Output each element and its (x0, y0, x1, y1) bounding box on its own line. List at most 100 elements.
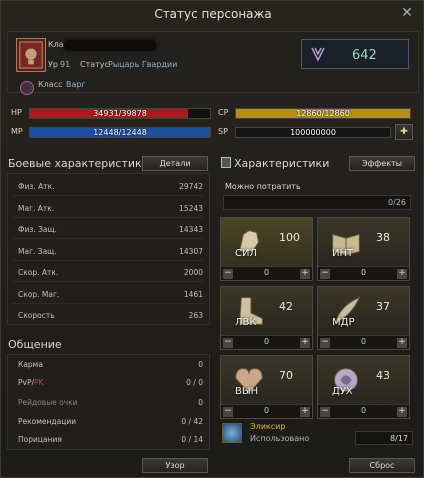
hp-bar: 34931/39878 (29, 108, 211, 119)
elixir-value: 8/17 (390, 434, 408, 443)
sp-bar: 100000000 (235, 127, 391, 138)
karma-label: Карма (18, 360, 43, 369)
attribute-value: 43 (376, 369, 390, 382)
window-title: Статус персонажа (154, 7, 272, 21)
allocated-points: 0 (263, 406, 270, 415)
combat-stat-row: Скорость 263 (8, 311, 209, 327)
censures-value: 0 / 14 (181, 435, 203, 444)
increase-button[interactable]: + (397, 269, 407, 279)
attribute-stepper[interactable]: −0 + (221, 404, 312, 418)
attribute-abbr: СИЛ (235, 248, 257, 259)
attribute-tile: ЛВК 42−0 + (220, 286, 313, 350)
hourglass-icon (221, 157, 231, 168)
pvp-value: 0 / 0 (186, 378, 203, 387)
allocated-points: 0 (360, 406, 367, 415)
attribute-stepper[interactable]: −0 + (221, 266, 312, 280)
combat-stat-label: Скор. Атк. (18, 268, 59, 277)
cp-text: 12860/12860 (296, 109, 350, 118)
details-button[interactable]: Детали (142, 156, 208, 171)
allocated-points: 0 (263, 268, 270, 277)
clan-name-redacted (64, 40, 156, 51)
elixir-field: 8/17 (355, 431, 413, 445)
censures-label: Порицания (18, 435, 62, 444)
attribute-value: 38 (376, 231, 390, 244)
recommendations-value: 0 / 42 (181, 417, 203, 426)
sp-label: SP (218, 127, 228, 136)
attribute-value: 100 (279, 231, 300, 244)
sp-exchange-button[interactable]: ✚ (395, 124, 413, 140)
combat-stat-value: 29742 (179, 182, 203, 191)
attribute-stepper[interactable]: −0 + (221, 335, 312, 349)
combat-stat-value: 2000 (183, 268, 203, 277)
reset-button[interactable]: Сброс (349, 458, 415, 473)
increase-button[interactable]: + (300, 407, 310, 417)
power-icon (311, 47, 325, 62)
character-status-window: Статус персонажа ✕ Клан Ур 91 Статус Рыц… (0, 0, 424, 478)
class-icon (20, 81, 34, 95)
view-button[interactable]: Узор (142, 458, 208, 473)
hp-text: 34931/39878 (93, 109, 147, 118)
attribute-value: 42 (279, 300, 293, 313)
combat-stat-value: 15243 (179, 203, 203, 213)
cp-bar: 12860/12860 (235, 108, 411, 119)
pk-label: PK (34, 378, 44, 387)
increase-button[interactable]: + (300, 269, 310, 279)
recommendations-label: Рекомендации (18, 417, 77, 426)
mp-label: MP (11, 127, 23, 136)
sp-text: 100000000 (290, 128, 336, 137)
elixir-icon (222, 423, 242, 443)
combat-power-box: 642 (301, 39, 409, 69)
raid-value: 0 (198, 398, 203, 407)
attribute-abbr: МДР (332, 317, 355, 328)
allocated-points: 0 (263, 337, 270, 346)
status-label: Статус (80, 60, 109, 69)
hp-label: HP (11, 108, 22, 117)
attribute-tile: ВЫН 70−0 + (220, 355, 313, 419)
combat-stat-label: Скорость (18, 311, 55, 320)
attribute-abbr: ЛВК (235, 317, 257, 328)
sp-exchange-icon: ✚ (400, 127, 408, 137)
row-divider (12, 238, 205, 239)
combat-stat-value: 14307 (179, 246, 203, 256)
elixir-label: Эликсир (250, 422, 286, 431)
attribute-abbr: ВЫН (235, 386, 259, 397)
attributes-title: Характеристики (234, 157, 330, 170)
effects-button[interactable]: Эффекты (349, 156, 415, 171)
recommendations-row: Рекомендации 0 / 42 (8, 417, 209, 433)
combat-power-value: 642 (352, 48, 377, 63)
social-panel: Карма 0 PvP/PK 0 / 0 Рейдовые очки 0 Рек… (7, 354, 210, 450)
attribute-stepper[interactable]: −0 + (318, 404, 409, 418)
allocated-points: 0 (360, 337, 367, 346)
combat-stat-label: Скор. Маг. (18, 289, 60, 299)
combat-stat-label: Маг. Защ. (18, 246, 57, 256)
elixir-used-label: Использовано (250, 434, 310, 443)
increase-button[interactable]: + (397, 407, 407, 417)
attribute-abbr: ИНТ (332, 248, 354, 259)
combat-stat-value: 263 (188, 311, 203, 320)
combat-stat-label: Маг. Атк. (18, 203, 55, 213)
row-divider (12, 281, 205, 282)
social-title: Общение (8, 338, 62, 351)
attribute-tile: ДУХ 43−0 + (317, 355, 410, 419)
close-icon[interactable]: ✕ (399, 5, 415, 21)
increase-button[interactable]: + (397, 338, 407, 348)
pvp-label: PvP/ (18, 378, 35, 387)
row-divider (12, 216, 205, 218)
spend-value: 0/26 (388, 198, 406, 207)
level-label: Ур (48, 60, 58, 69)
row-divider (12, 195, 205, 196)
combat-stat-value: 1461 (183, 289, 203, 299)
mp-bar: 12448/12448 (29, 127, 211, 138)
spend-field: 0/26 (223, 195, 411, 210)
mp-text: 12448/12448 (93, 128, 147, 137)
attribute-stepper[interactable]: −0 + (318, 266, 409, 280)
attribute-value: 70 (279, 369, 293, 382)
pvp-row: PvP/PK 0 / 0 (8, 378, 209, 394)
attribute-stepper[interactable]: −0 + (318, 335, 409, 349)
increase-button[interactable]: + (300, 338, 310, 348)
attribute-tile: МДР 37−0 + (317, 286, 410, 350)
level-value: 91 (60, 60, 71, 69)
clan-crest-icon (16, 38, 46, 72)
allocated-points: 0 (360, 268, 367, 277)
attribute-tile: ИНТ 38−0 + (317, 217, 410, 281)
